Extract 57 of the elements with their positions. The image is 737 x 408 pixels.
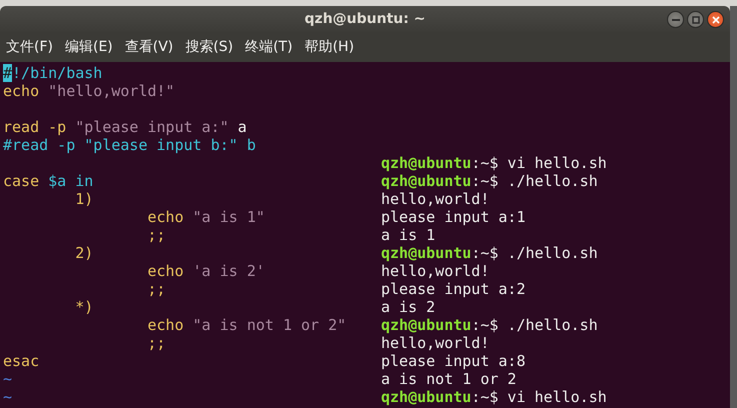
- menu-item[interactable]: 终端(T): [245, 38, 293, 56]
- code-text: echo: [146, 316, 185, 334]
- command-text: :~$ vi hello.sh: [471, 154, 607, 172]
- code-text: ;;: [146, 226, 166, 244]
- output-text: a is 1: [381, 226, 436, 244]
- command-text: :~$ ./hello.sh: [471, 316, 598, 334]
- menu-item[interactable]: 编辑(E): [64, 38, 113, 56]
- code-text: "hello,world!": [48, 82, 175, 100]
- code-text: 2): [74, 244, 94, 262]
- maximize-icon: [692, 16, 700, 24]
- output-text: please input a:2: [381, 280, 526, 298]
- output-text: a is 2: [381, 298, 436, 316]
- shell-prompt: qzh@ubuntu: [381, 154, 472, 172]
- output-text: please input a:8: [381, 352, 526, 370]
- cursor-character: #: [3, 64, 12, 82]
- code-text: "a is 1": [192, 208, 265, 226]
- code-text: a: [236, 118, 247, 136]
- code-text: ;;: [146, 334, 166, 352]
- command-text: :~$ ./hello.sh: [471, 172, 598, 190]
- shell-prompt: qzh@ubuntu: [381, 316, 472, 334]
- output-text: hello,world!: [381, 334, 490, 352]
- empty-line-marker: ~: [3, 388, 12, 406]
- code-text: case: [3, 172, 40, 190]
- output-text: hello,world!: [381, 190, 490, 208]
- code-text: esac: [3, 352, 40, 370]
- menu-item[interactable]: 帮助(H): [304, 38, 354, 56]
- output-text: a is not 1 or 2: [381, 370, 516, 388]
- shell-prompt: qzh@ubuntu: [381, 172, 472, 190]
- code-text: echo: [3, 82, 40, 100]
- code-text: *): [74, 298, 94, 316]
- code-text: 1): [74, 190, 94, 208]
- command-text: :~$ vi hello.sh: [471, 388, 607, 406]
- close-button[interactable]: [707, 11, 724, 28]
- maximize-button[interactable]: [687, 11, 704, 28]
- shell-prompt: qzh@ubuntu: [381, 388, 472, 406]
- code-text: #read -p "please input b:" b: [3, 136, 256, 154]
- menu-item[interactable]: 查看(V): [124, 38, 174, 56]
- code-text: ;;: [146, 280, 166, 298]
- output-text: hello,world!: [381, 262, 490, 280]
- close-icon: [712, 16, 720, 24]
- code-text: $a in: [48, 172, 94, 190]
- minimize-icon: [672, 18, 680, 20]
- window-title: qzh@ubuntu: ~: [304, 11, 426, 27]
- code-text: "please input a:": [75, 118, 229, 136]
- command-text: :~$ ./hello.sh: [471, 244, 598, 262]
- empty-line-marker: ~: [3, 370, 12, 388]
- minimize-button[interactable]: [667, 11, 684, 28]
- output-text: please input a:1: [381, 208, 526, 226]
- code-text: echo: [146, 208, 185, 226]
- shell-prompt: qzh@ubuntu: [381, 244, 472, 262]
- code-text: echo: [146, 262, 185, 280]
- code-text: !/bin/bash: [12, 64, 102, 82]
- menu-item[interactable]: 文件(F): [6, 38, 53, 56]
- menu-item[interactable]: 搜索(S): [185, 38, 234, 56]
- code-text: "a is not 1 or 2": [192, 316, 346, 334]
- code-text: read -p: [3, 118, 68, 136]
- code-text: 'a is 2': [192, 262, 265, 280]
